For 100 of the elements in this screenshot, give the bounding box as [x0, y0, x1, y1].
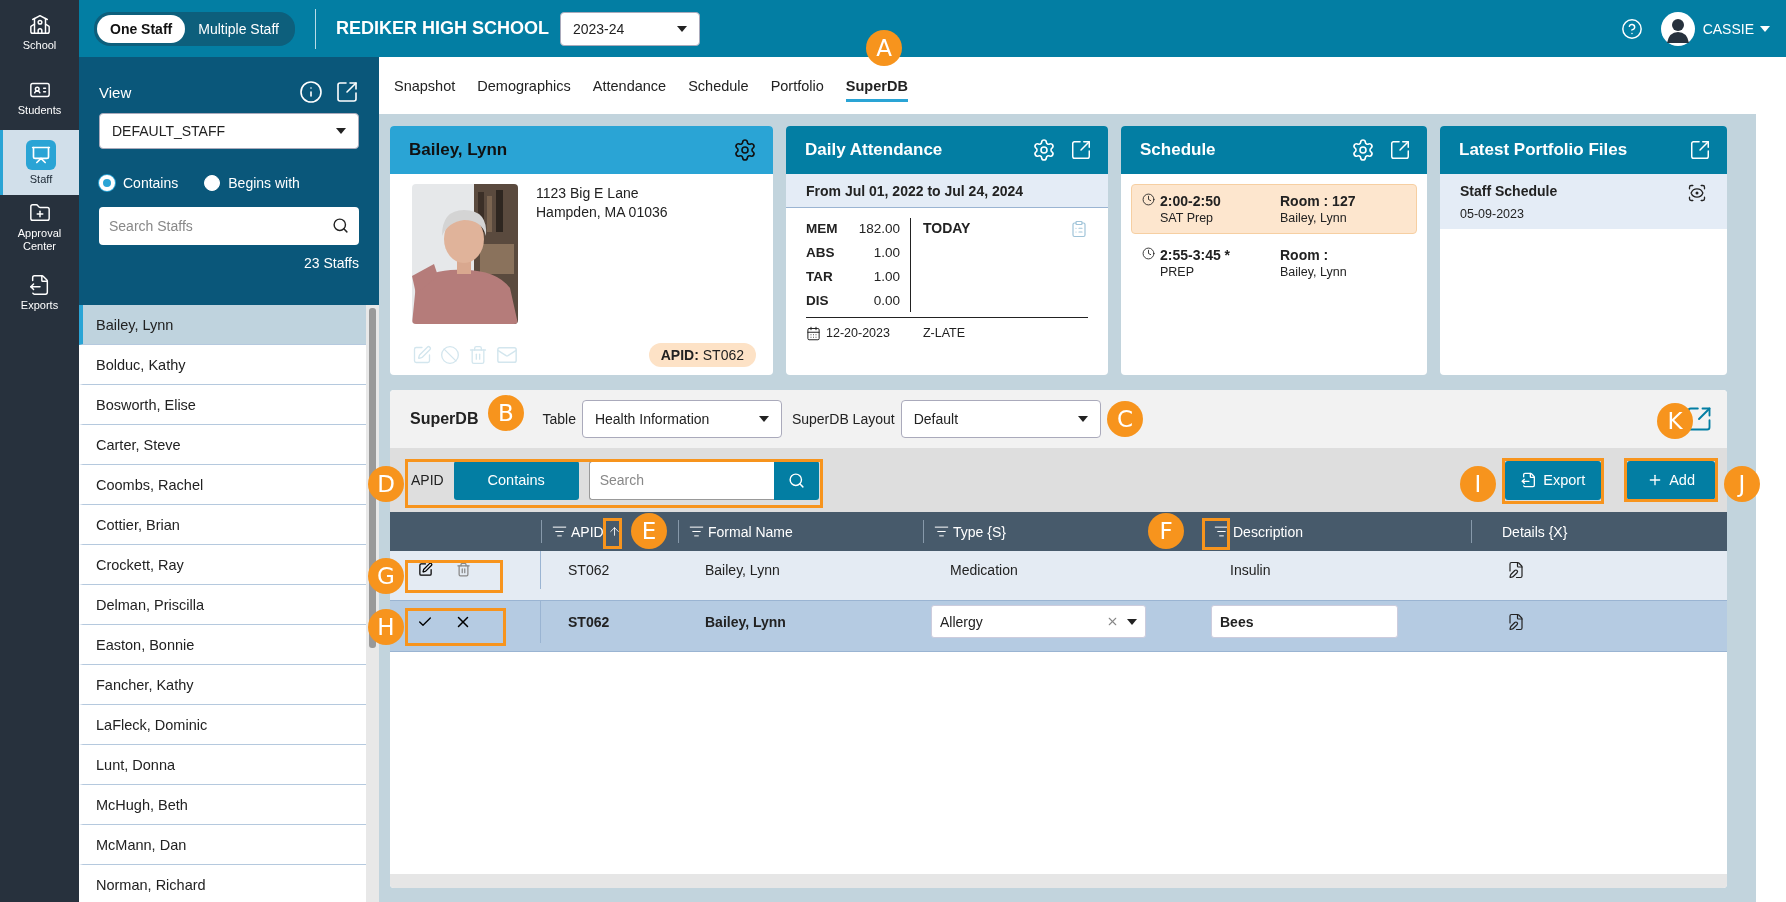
caret-icon: [1077, 416, 1088, 422]
tab[interactable]: Demographics: [477, 72, 571, 102]
mode-option[interactable]: One Staff: [97, 14, 186, 43]
nav-label: Exports: [20, 298, 59, 312]
radio-label: Begins with: [228, 175, 300, 191]
period-time: 2:00-2:50: [1160, 193, 1222, 209]
card-title: Latest Portfolio Files: [1459, 140, 1629, 160]
info-icon[interactable]: [299, 80, 323, 104]
stat-value: 0.00: [872, 293, 900, 308]
search-icon: [332, 217, 349, 234]
eye-icon[interactable]: [1687, 183, 1707, 203]
sort-up-icon[interactable]: [607, 525, 621, 538]
filter-icon[interactable]: [689, 524, 704, 539]
help-icon[interactable]: [1620, 17, 1643, 40]
staff-name: Bailey, Lynn: [409, 140, 509, 160]
period-time: 2:55-3:45 *: [1160, 247, 1232, 263]
school-icon: [28, 13, 51, 36]
file-edit-icon[interactable]: [1507, 612, 1525, 631]
attendance-date: 12-20-2023: [826, 326, 890, 340]
description-field[interactable]: Bees: [1211, 605, 1398, 639]
filter-icon[interactable]: [1214, 524, 1229, 539]
external-link-icon[interactable]: [1070, 139, 1092, 161]
tab[interactable]: SuperDB: [845, 72, 908, 102]
settings-icon[interactable]: [733, 138, 757, 162]
schedule-period[interactable]: 2:55-3:45 * Room : PREP Bailey, Lynn: [1131, 238, 1417, 288]
settings-icon[interactable]: [1351, 138, 1375, 162]
trash-icon: [468, 344, 488, 365]
table-cell-text: Bailey, Lynn: [704, 612, 787, 632]
nav-item[interactable]: School: [0, 0, 79, 65]
search-field[interactable]: Search: [588, 460, 774, 500]
search-icon: [787, 471, 805, 489]
tab[interactable]: Attendance: [592, 72, 667, 102]
table-cell-text: Bailey, Lynn: [704, 560, 781, 580]
external-link-icon[interactable]: [1689, 139, 1711, 161]
file-export-icon: [1521, 472, 1538, 488]
external-link-icon[interactable]: [1389, 139, 1411, 161]
edit-icon: [412, 344, 432, 365]
edit-icon: [417, 562, 433, 578]
period-room: Room :: [1280, 247, 1330, 263]
card-title: Schedule: [1140, 140, 1217, 160]
export-button[interactable]: Export: [1505, 460, 1602, 500]
clock-icon: [1142, 193, 1155, 206]
year-select[interactable]: 2023-24: [559, 11, 700, 46]
avatar-icon[interactable]: [1660, 11, 1695, 46]
stat-code: TAR: [806, 269, 834, 284]
file-row[interactable]: Staff Schedule 05-09-2023: [1440, 174, 1727, 229]
today-label: TODAY: [923, 220, 971, 238]
scrollbar-track[interactable]: [390, 874, 1727, 888]
course-name: SAT Prep: [1160, 211, 1215, 225]
contains-button[interactable]: Contains: [453, 460, 579, 500]
card-title: Daily Attendance: [805, 140, 944, 160]
nav-item[interactable]: Approval Center: [0, 195, 79, 260]
clipboard-icon: [1070, 220, 1088, 238]
mode-option[interactable]: Multiple Staff: [185, 14, 292, 43]
file-edit-icon[interactable]: [1507, 560, 1525, 579]
radio-button[interactable]: [204, 175, 221, 191]
table-cell-text: ST062: [567, 612, 611, 632]
view-label: View: [99, 83, 132, 101]
file-name: Staff Schedule: [1460, 183, 1559, 201]
search-field[interactable]: Search Staffs: [99, 207, 359, 245]
column-header[interactable]: Formal Name: [678, 520, 923, 543]
nav-label: Students: [17, 103, 62, 117]
table-select[interactable]: Health Information: [581, 400, 782, 438]
trash-icon: [455, 562, 471, 578]
file-date: 05-09-2023: [1460, 207, 1525, 221]
ban-icon: [440, 344, 460, 365]
nav-item[interactable]: Exports: [0, 260, 79, 325]
nav-item[interactable]: Students: [0, 65, 79, 130]
user-name[interactable]: CASSIE: [1702, 20, 1754, 37]
teacher-name: Bailey, Lynn: [1280, 265, 1348, 279]
search-button[interactable]: [773, 460, 819, 500]
staff-count: 23 Staffs: [304, 255, 359, 271]
column-header[interactable]: Details {X}: [1471, 520, 1727, 543]
add-button[interactable]: Add: [1627, 460, 1715, 500]
view-select[interactable]: DEFAULT_STAFF: [99, 113, 359, 149]
stat-code: ABS: [806, 245, 836, 260]
radio-button[interactable]: [99, 175, 115, 191]
type-select[interactable]: Allergy: [931, 605, 1146, 639]
caret-icon: [758, 416, 769, 422]
file-export-icon: [28, 273, 51, 296]
nav-item[interactable]: Staff: [0, 130, 79, 195]
tab[interactable]: Snapshot: [394, 72, 456, 102]
panel-title: SuperDB: [410, 410, 479, 428]
external-link-icon[interactable]: [335, 80, 359, 104]
schedule-period[interactable]: 2:00-2:50 Room : 127 SAT Prep Bailey, Lynn: [1131, 184, 1417, 234]
stat-value: 1.00: [872, 269, 900, 284]
filter-field-label: APID: [411, 472, 444, 488]
name-list-item[interactable]: Bailey, Lynn: [79, 305, 366, 345]
address-line: 1123 Big E Lane: [536, 184, 640, 203]
filter-icon[interactable]: [552, 524, 567, 539]
layout-select[interactable]: Default: [900, 400, 1101, 438]
filter-icon[interactable]: [934, 524, 949, 539]
settings-icon[interactable]: [1032, 138, 1056, 162]
calendar-icon: [806, 325, 821, 341]
nav-label: School: [22, 38, 57, 52]
column-header[interactable]: Description: [1203, 520, 1471, 543]
stat-value: 1.00: [872, 245, 900, 260]
address-line: Hampden, MA 01036: [536, 203, 669, 222]
tab[interactable]: Schedule: [688, 72, 749, 102]
tab[interactable]: Portfolio: [770, 72, 824, 102]
